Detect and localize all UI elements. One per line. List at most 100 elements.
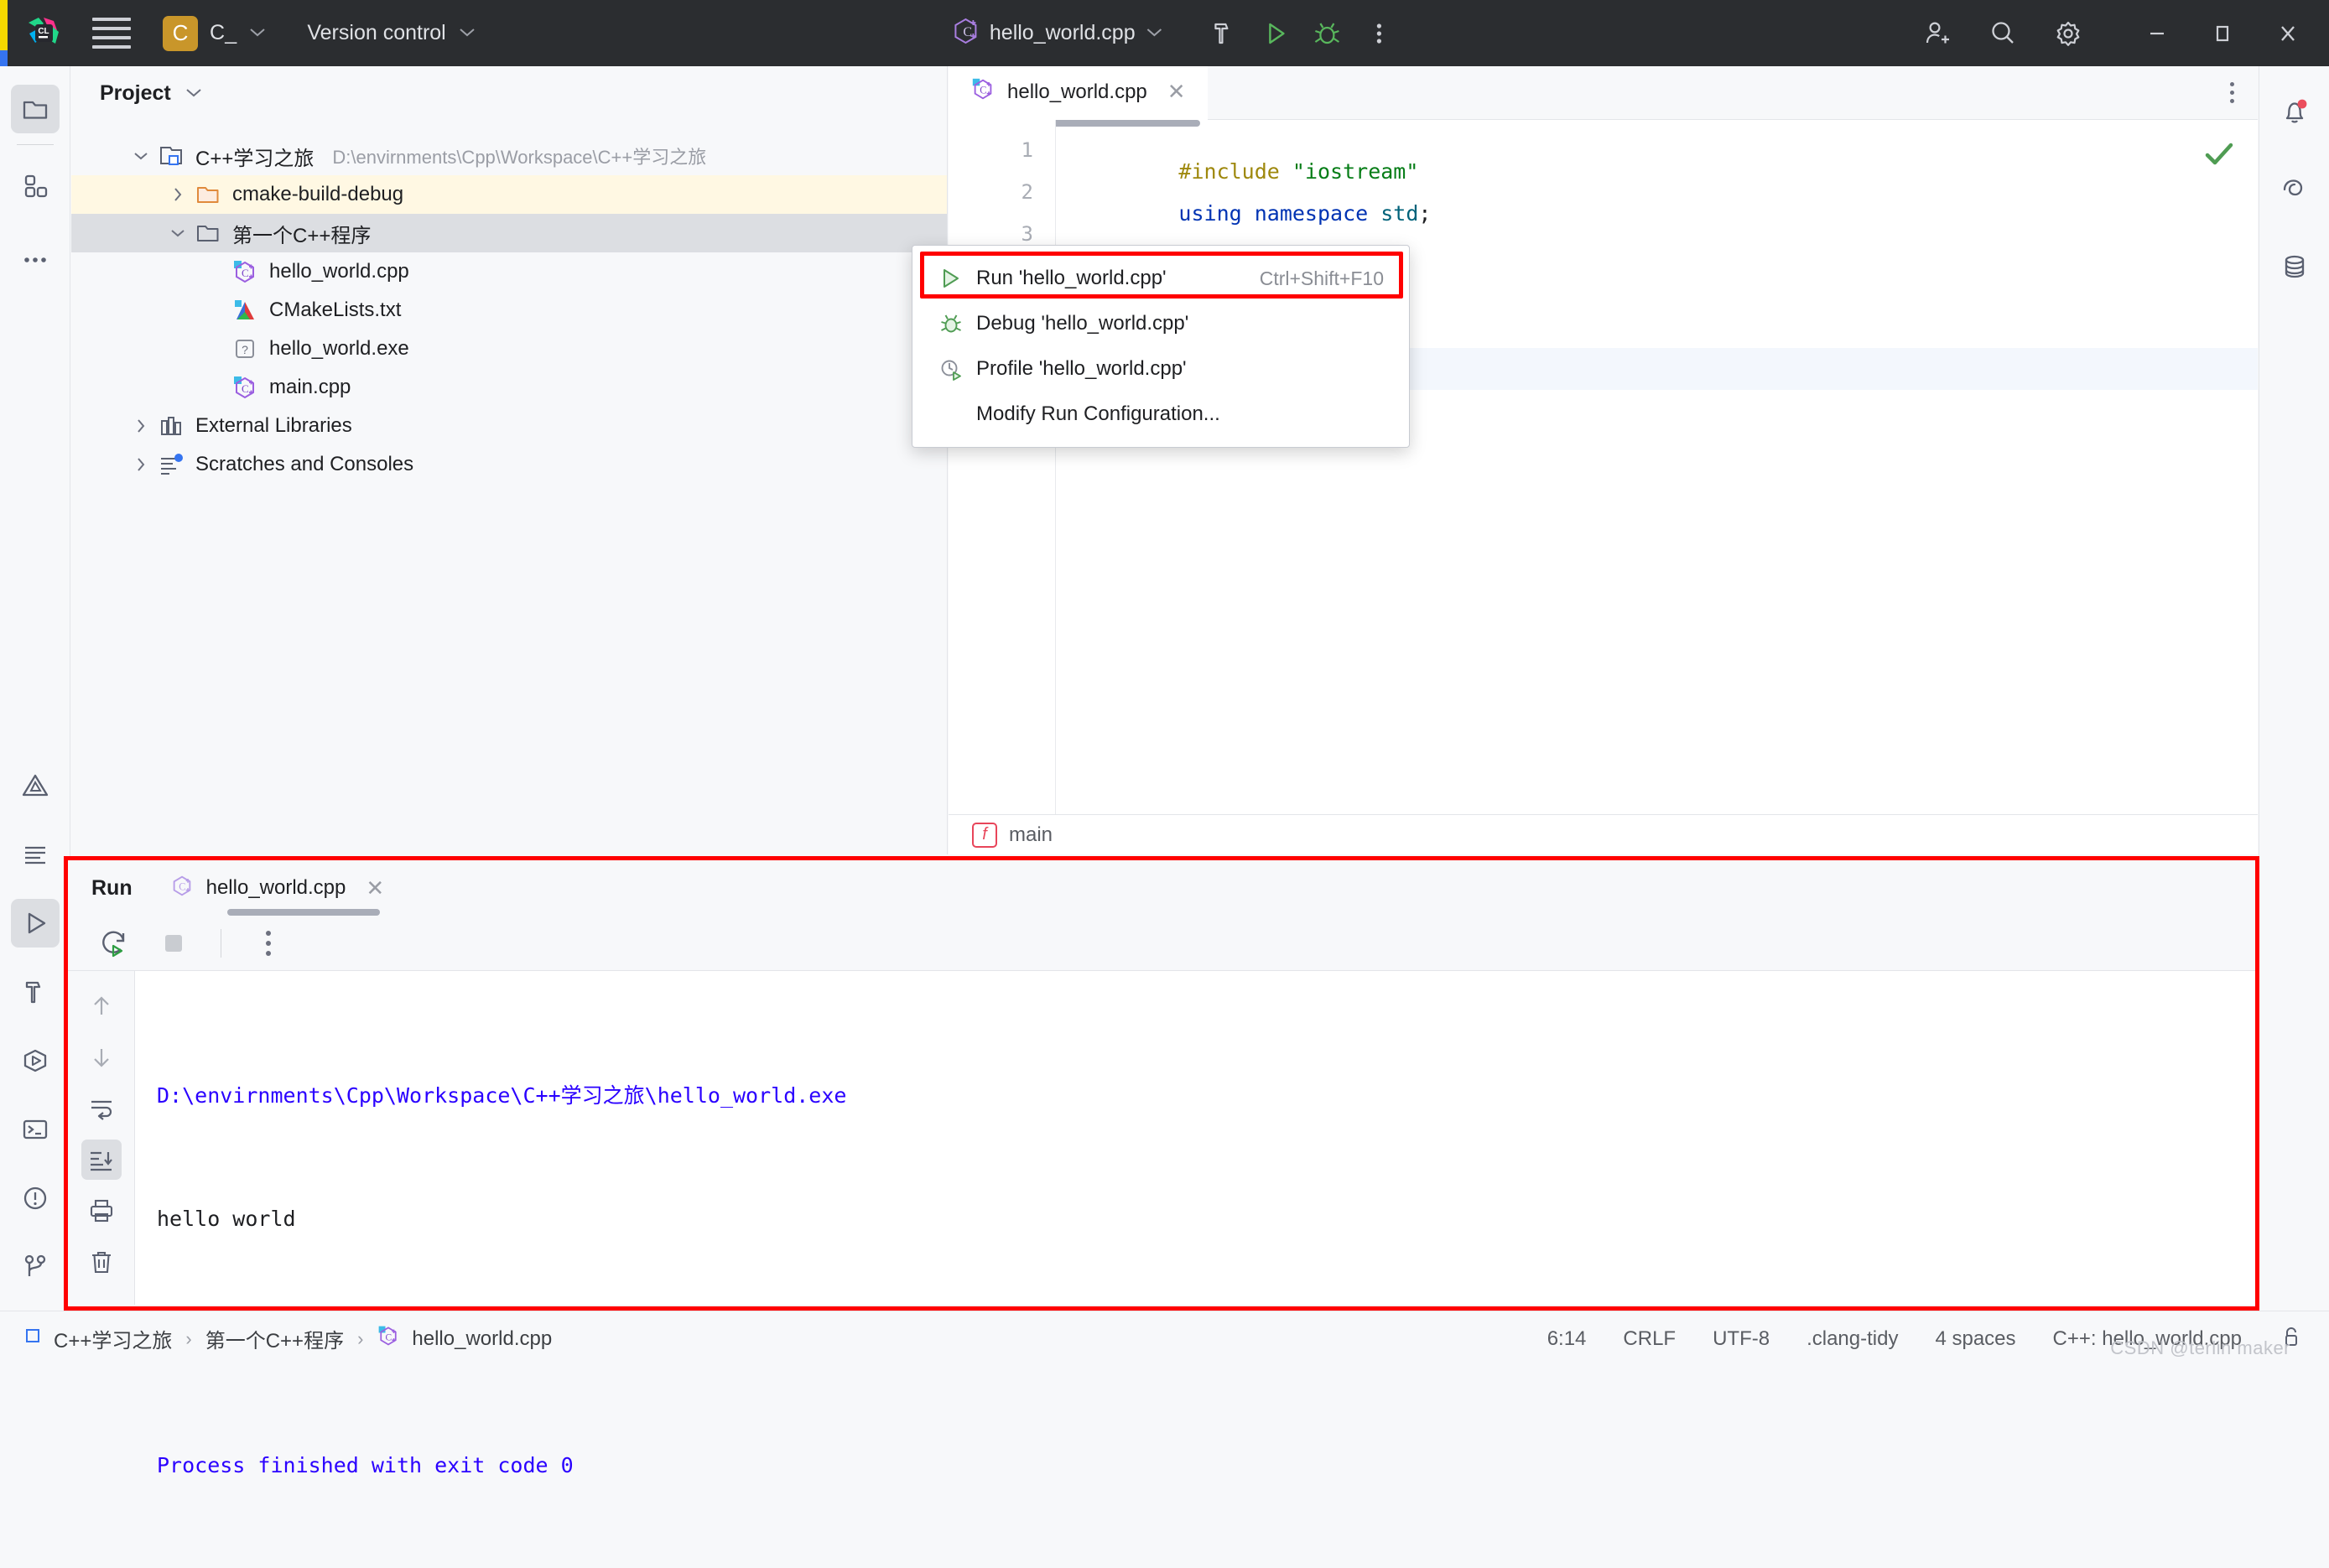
sidebar-item-todo[interactable]: [11, 830, 60, 879]
maximize-button[interactable]: [2190, 0, 2255, 66]
run-panel-toolbar: [68, 916, 2255, 971]
rerun-button[interactable]: [95, 923, 135, 963]
tree-row-first-cpp-program[interactable]: 第一个C++程序: [71, 214, 947, 252]
code-editor[interactable]: 1 2 3 4 5 6 7 #include "iostream" using …: [949, 120, 2258, 814]
chevron-down-icon[interactable]: [127, 151, 155, 161]
breadcrumb-separator: ›: [357, 1328, 363, 1350]
status-file-encoding[interactable]: UTF-8: [1713, 1327, 1770, 1351]
tree-row-main-cpp[interactable]: C main.cpp: [71, 368, 947, 407]
sidebar-item-terminal[interactable]: [11, 1105, 60, 1154]
settings-gear-icon[interactable]: [2035, 0, 2101, 66]
inspection-status-ok-icon[interactable]: [2202, 140, 2236, 176]
status-breadcrumb-folder[interactable]: 第一个C++程序: [205, 1324, 344, 1353]
context-menu-shortcut: Ctrl+Shift+F10: [1260, 267, 1384, 290]
sidebar-item-build[interactable]: [11, 968, 60, 1016]
unlocked-icon[interactable]: [2279, 1324, 2304, 1353]
chevron-right-icon[interactable]: [127, 418, 155, 434]
status-caret-position[interactable]: 6:14: [1547, 1327, 1587, 1351]
tree-label: CMakeLists.txt: [269, 299, 401, 322]
status-language-config[interactable]: C++: hello_world.cpp: [2053, 1327, 2242, 1351]
add-user-button[interactable]: [1905, 0, 1970, 66]
run-configuration-selector[interactable]: C hello_world.cpp: [951, 17, 1164, 49]
version-control-button[interactable]: Version control: [307, 21, 476, 45]
context-menu-label: Modify Run Configuration...: [976, 402, 1384, 426]
cpp-file-icon: C: [951, 17, 980, 49]
soft-wrap-button[interactable]: [81, 1088, 122, 1129]
console-line: hello world: [157, 1198, 2255, 1239]
editor-breadcrumb[interactable]: f main: [949, 814, 2258, 854]
run-tab-scroll-indicator[interactable]: [227, 909, 380, 916]
tree-row-scratches-and-consoles[interactable]: Scratches and Consoles: [71, 445, 947, 484]
tree-row-hello-world-cpp[interactable]: C hello_world.cpp: [71, 252, 947, 291]
run-panel-more-button[interactable]: [248, 923, 289, 963]
tree-row-hello-world-exe[interactable]: ? hello_world.exe: [71, 330, 947, 368]
chevron-down-icon: [458, 24, 476, 42]
notifications-bell-icon[interactable]: [2270, 88, 2319, 137]
prev-occurrence-button[interactable]: [81, 986, 122, 1026]
scroll-to-end-button[interactable]: [81, 1140, 122, 1180]
sidebar-item-run[interactable]: [11, 899, 60, 948]
tree-row-cmake-build-debug[interactable]: cmake-build-debug: [71, 175, 947, 214]
context-menu-item-modify-run-configuration[interactable]: Modify Run Configuration...: [912, 392, 1409, 437]
cpp-file-icon: C: [169, 873, 195, 904]
print-button[interactable]: [81, 1191, 122, 1231]
chevron-down-icon[interactable]: [185, 85, 203, 102]
tab-hello-world-cpp[interactable]: C hello_world.cpp ✕: [949, 66, 1208, 120]
project-selector[interactable]: C C_: [163, 16, 267, 51]
sidebar-item-problems[interactable]: [11, 761, 60, 810]
next-occurrence-button[interactable]: [81, 1037, 122, 1077]
tree-label: hello_world.cpp: [269, 260, 409, 283]
tree-row-cmakelists-txt[interactable]: CMakeLists.txt: [71, 291, 947, 330]
main-menu-button[interactable]: [92, 14, 131, 53]
context-menu-item-debug[interactable]: Debug 'hello_world.cpp': [912, 301, 1409, 346]
clion-logo-icon: CL: [25, 15, 62, 52]
close-button[interactable]: [2255, 0, 2321, 66]
close-icon[interactable]: ✕: [366, 875, 384, 901]
database-icon[interactable]: [2270, 242, 2319, 291]
tree-row-project-root[interactable]: C++学习之旅 D:\envirnments\Cpp\Workspace\C++…: [71, 137, 947, 175]
sidebar-item-services[interactable]: [11, 1036, 60, 1085]
search-icon[interactable]: [1970, 0, 2035, 66]
build-button[interactable]: [1198, 8, 1250, 60]
status-breadcrumb-label: C++学习之旅: [54, 1324, 172, 1353]
chevron-right-icon[interactable]: [164, 187, 192, 202]
console-line: D:\envirnments\Cpp\Workspace\C++学习之旅\hel…: [157, 1075, 2255, 1116]
status-breadcrumb-project[interactable]: C++学习之旅: [23, 1324, 172, 1353]
svg-text:CL: CL: [38, 27, 49, 36]
editor-gutter[interactable]: 1 2 3 4 5 6 7: [949, 120, 1056, 814]
more-actions-button[interactable]: [1354, 8, 1406, 60]
context-menu-item-profile[interactable]: Profile 'hello_world.cpp': [912, 346, 1409, 392]
editor-area: C hello_world.cpp ✕ 1 2 3 4 5 6 7: [949, 66, 2258, 854]
tree-row-external-libraries[interactable]: External Libraries: [71, 407, 947, 445]
editor-tab-options-icon[interactable]: [2230, 82, 2234, 103]
status-clang-tidy[interactable]: .clang-tidy: [1807, 1327, 1898, 1351]
project-badge: C: [163, 16, 198, 51]
stop-button[interactable]: [153, 923, 194, 963]
status-breadcrumb-file[interactable]: C hello_world.cpp: [377, 1324, 552, 1353]
status-indent[interactable]: 4 spaces: [1935, 1327, 2015, 1351]
console-output[interactable]: D:\envirnments\Cpp\Workspace\C++学习之旅\hel…: [135, 971, 2255, 1305]
chevron-down-icon[interactable]: [164, 228, 192, 238]
run-button[interactable]: [1250, 8, 1302, 60]
debug-button[interactable]: [1302, 8, 1354, 60]
sidebar-item-structure[interactable]: [11, 162, 60, 210]
cmake-icon: [229, 297, 261, 324]
svg-text:C: C: [963, 25, 972, 39]
clear-all-button[interactable]: [81, 1242, 122, 1282]
sidebar-item-notifications[interactable]: [11, 1174, 60, 1223]
sidebar-item-more[interactable]: [11, 236, 60, 284]
ai-assistant-icon[interactable]: [2270, 165, 2319, 214]
libraries-icon: [155, 413, 187, 439]
close-icon[interactable]: ✕: [1167, 79, 1186, 105]
sidebar-item-git[interactable]: [11, 1243, 60, 1291]
context-menu-item-run[interactable]: Run 'hello_world.cpp' Ctrl+Shift+F10: [912, 256, 1409, 301]
run-tab-hello-world-cpp[interactable]: C hello_world.cpp ✕: [158, 863, 397, 913]
status-line-separator[interactable]: CRLF: [1623, 1327, 1676, 1351]
code-text[interactable]: #include "iostream" using namespace std;: [1056, 120, 2258, 814]
chevron-right-icon[interactable]: [127, 457, 155, 472]
sidebar-item-project[interactable]: [11, 85, 60, 133]
minimize-button[interactable]: [2124, 0, 2190, 66]
project-panel-header[interactable]: Project: [71, 66, 947, 120]
breadcrumb-separator: ›: [185, 1328, 191, 1350]
editor-tab-bar: C hello_world.cpp ✕: [949, 66, 2258, 120]
